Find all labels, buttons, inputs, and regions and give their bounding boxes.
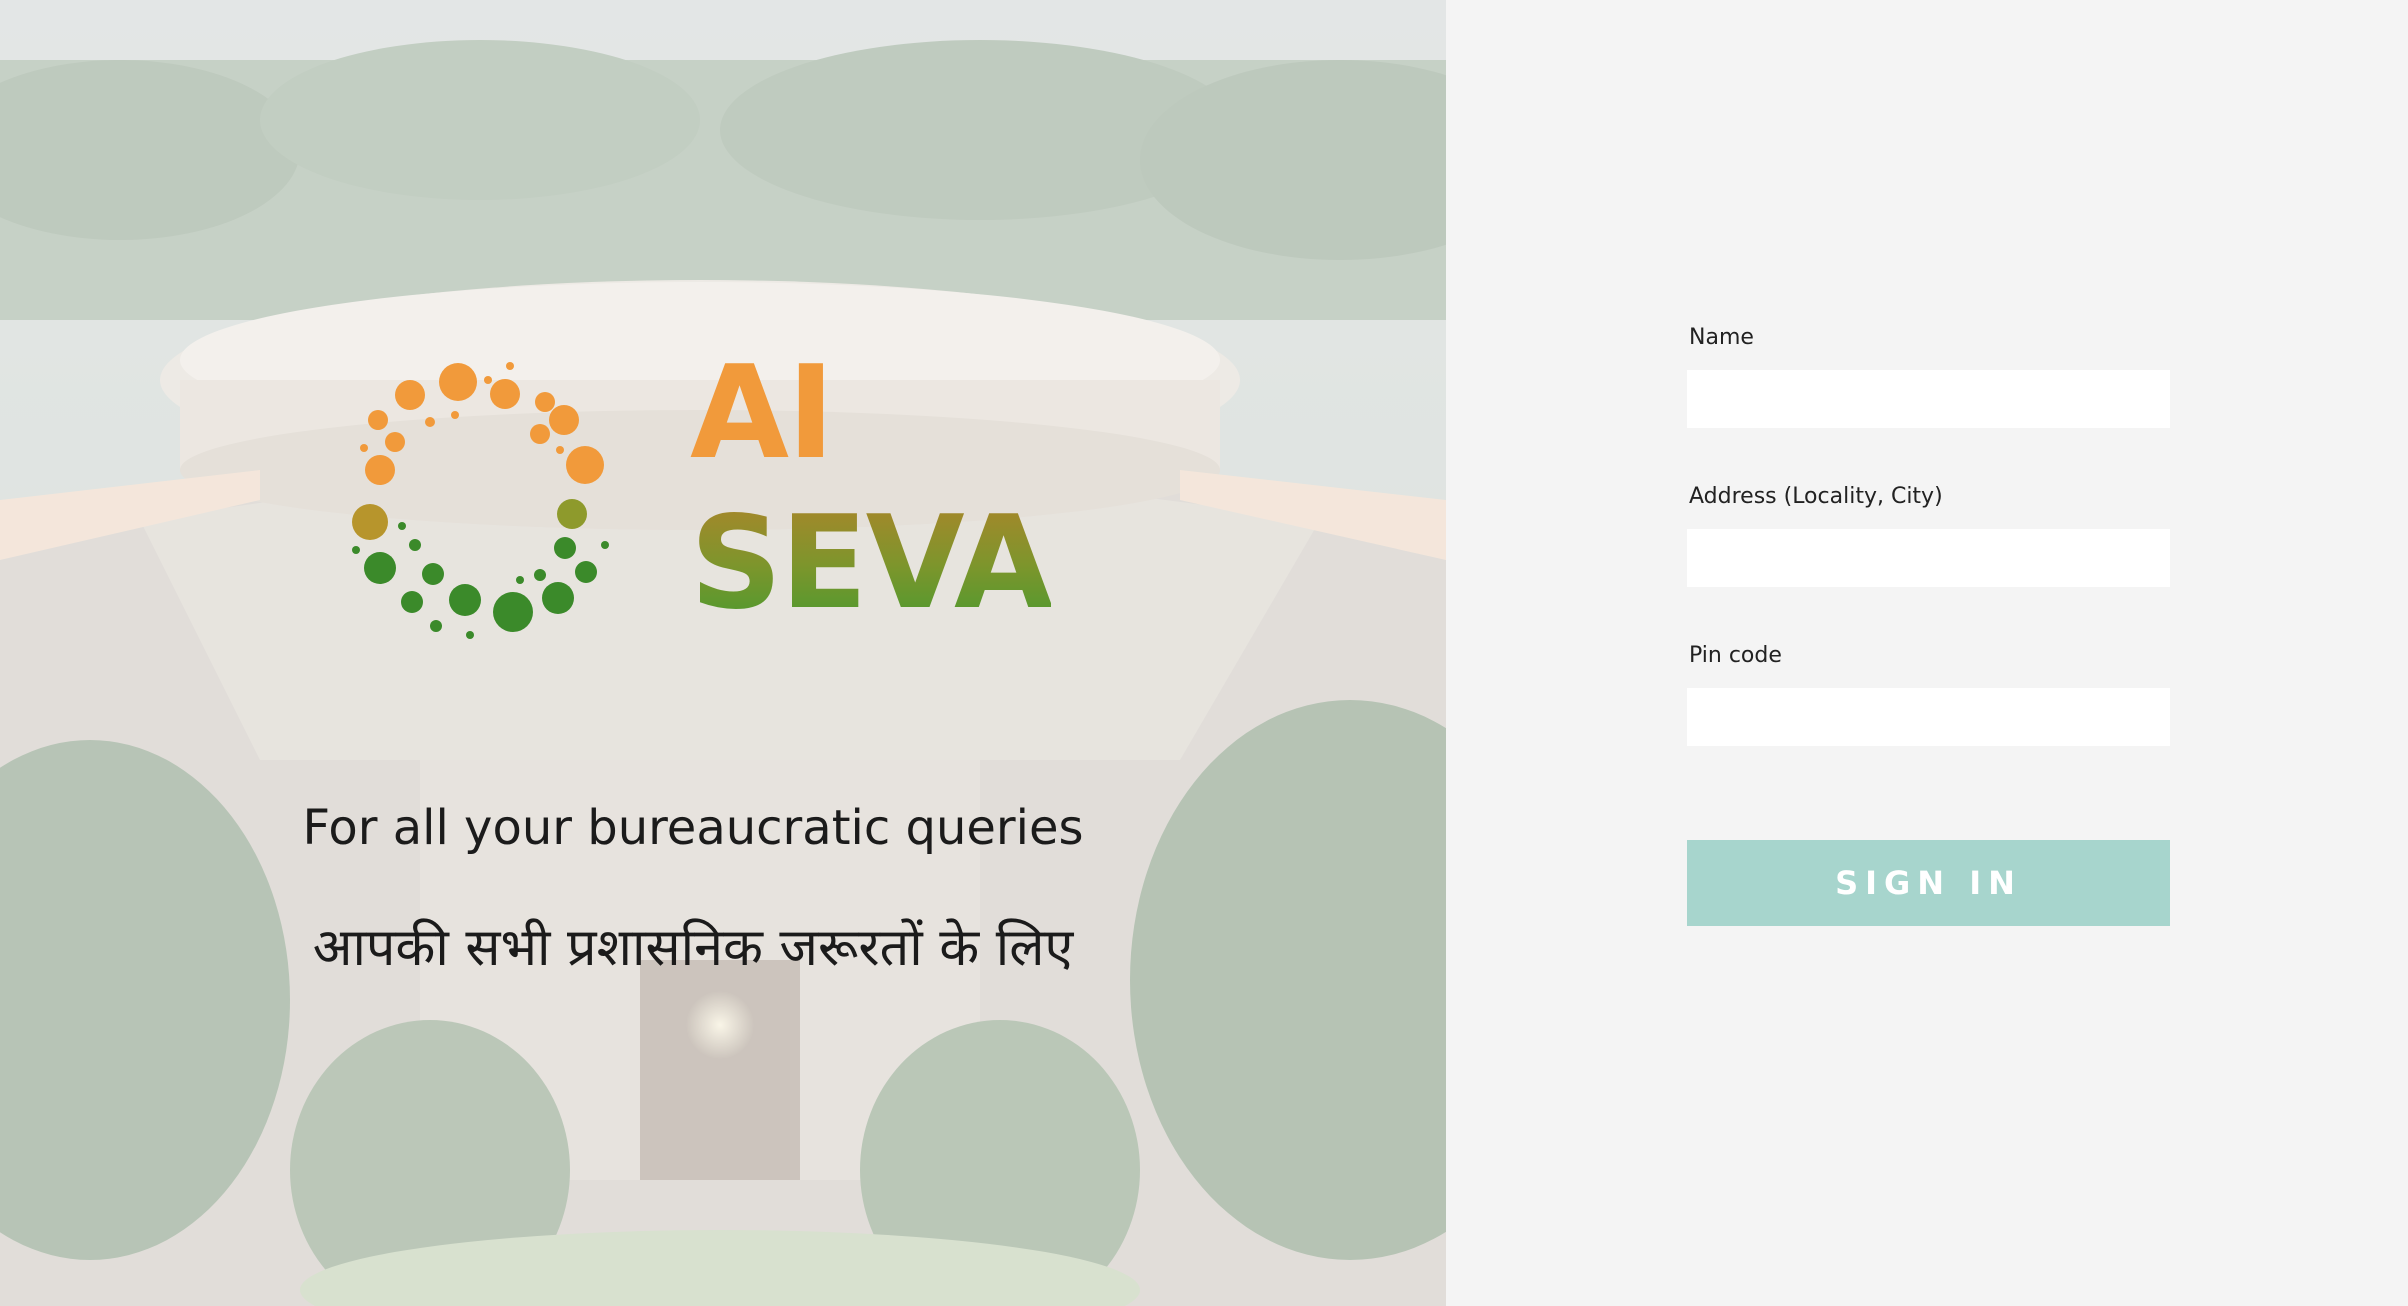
login-page: AI SEVA For all your bureaucratic querie… (0, 0, 2408, 1306)
brand-wordmark-line1: AI (690, 339, 835, 488)
name-label: Name (1689, 325, 1754, 350)
tagline-english: For all your bureaucratic queries (302, 800, 1084, 856)
ai-seva-logo-icon (352, 362, 609, 639)
hero-panel: AI SEVA For all your bureaucratic querie… (0, 0, 1446, 1306)
pincode-field-group: Pin code (1687, 643, 2170, 746)
sign-in-form: Name Address (Locality, City) Pin code S… (1687, 325, 2170, 926)
address-field-group: Address (Locality, City) (1687, 484, 2170, 587)
sign-in-panel: Name Address (Locality, City) Pin code S… (1446, 0, 2408, 1306)
address-label: Address (Locality, City) (1689, 484, 1943, 509)
pincode-label: Pin code (1689, 643, 1782, 668)
tagline-hindi: आपकी सभी प्रशासनिक जरूरतों के लिए (312, 918, 1074, 978)
pincode-input[interactable] (1687, 688, 2170, 746)
address-input[interactable] (1687, 529, 2170, 587)
background-overlay (0, 0, 1446, 1306)
name-field-group: Name (1687, 325, 2170, 428)
brand-wordmark: AI SEVA (690, 339, 1053, 638)
sign-in-button[interactable]: SIGN IN (1687, 840, 2170, 926)
brand-wordmark-line2: SEVA (690, 489, 1053, 638)
name-input[interactable] (1687, 370, 2170, 428)
